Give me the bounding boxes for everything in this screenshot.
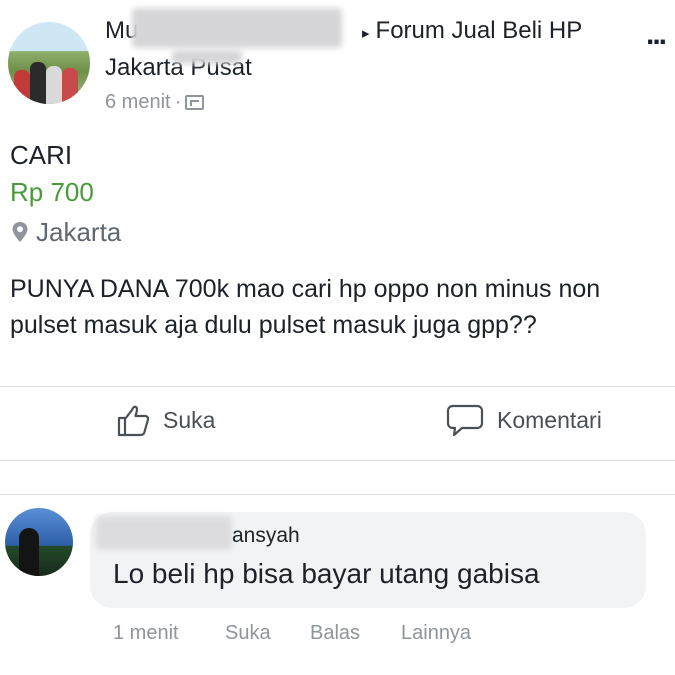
comment-text: Lo beli hp bisa bayar utang gabisa (113, 558, 540, 589)
redacted-name (132, 8, 342, 48)
listing-status: CARI (10, 140, 73, 170)
avatar-figure (14, 70, 30, 104)
comment-bubble-icon (446, 404, 484, 437)
thumbs-up-icon (117, 405, 150, 437)
author-avatar[interactable] (8, 22, 90, 104)
comment-reply-link[interactable]: Balas (310, 622, 360, 645)
comment-button[interactable]: Komentari (445, 402, 602, 438)
location-pin-icon (12, 222, 28, 242)
post-description: PUNYA DANA 700k mao cari hp oppo non min… (10, 275, 601, 339)
listing-price: Rp 700 (10, 177, 94, 207)
more-horizontal-icon[interactable]: ... (646, 18, 667, 52)
group-name: Forum Jual Beli HP (375, 17, 583, 44)
comment-more-link[interactable]: Lainnya (401, 622, 471, 645)
comment-label: Komentari (497, 406, 602, 433)
group-privacy-icon[interactable] (185, 95, 205, 110)
meta-separator: · (174, 91, 182, 113)
redacted-name (96, 516, 232, 550)
group-link[interactable]: ▸ Forum Jual Beli HP (362, 17, 582, 45)
commenter-name[interactable]: ansyah (232, 524, 300, 548)
listing-location: Jakarta (10, 217, 121, 248)
divider (0, 494, 675, 495)
avatar-figure (46, 66, 62, 104)
divider (0, 460, 675, 461)
comment-like-link[interactable]: Suka (225, 622, 271, 645)
avatar-figure (30, 62, 46, 104)
avatar-figure (62, 68, 78, 104)
commenter-avatar[interactable] (5, 508, 73, 576)
redacted-overlay (172, 50, 242, 64)
avatar-figure (19, 528, 39, 576)
post-meta: 6 menit · (105, 91, 205, 114)
divider (0, 386, 675, 387)
arrow-right-icon: ▸ (362, 25, 370, 42)
like-button[interactable]: Suka (115, 402, 215, 438)
post-timestamp[interactable]: 6 menit (105, 91, 171, 113)
like-label: Suka (163, 406, 216, 433)
listing-location-text: Jakarta (36, 217, 122, 247)
comment-timestamp[interactable]: 1 menit (113, 622, 179, 645)
